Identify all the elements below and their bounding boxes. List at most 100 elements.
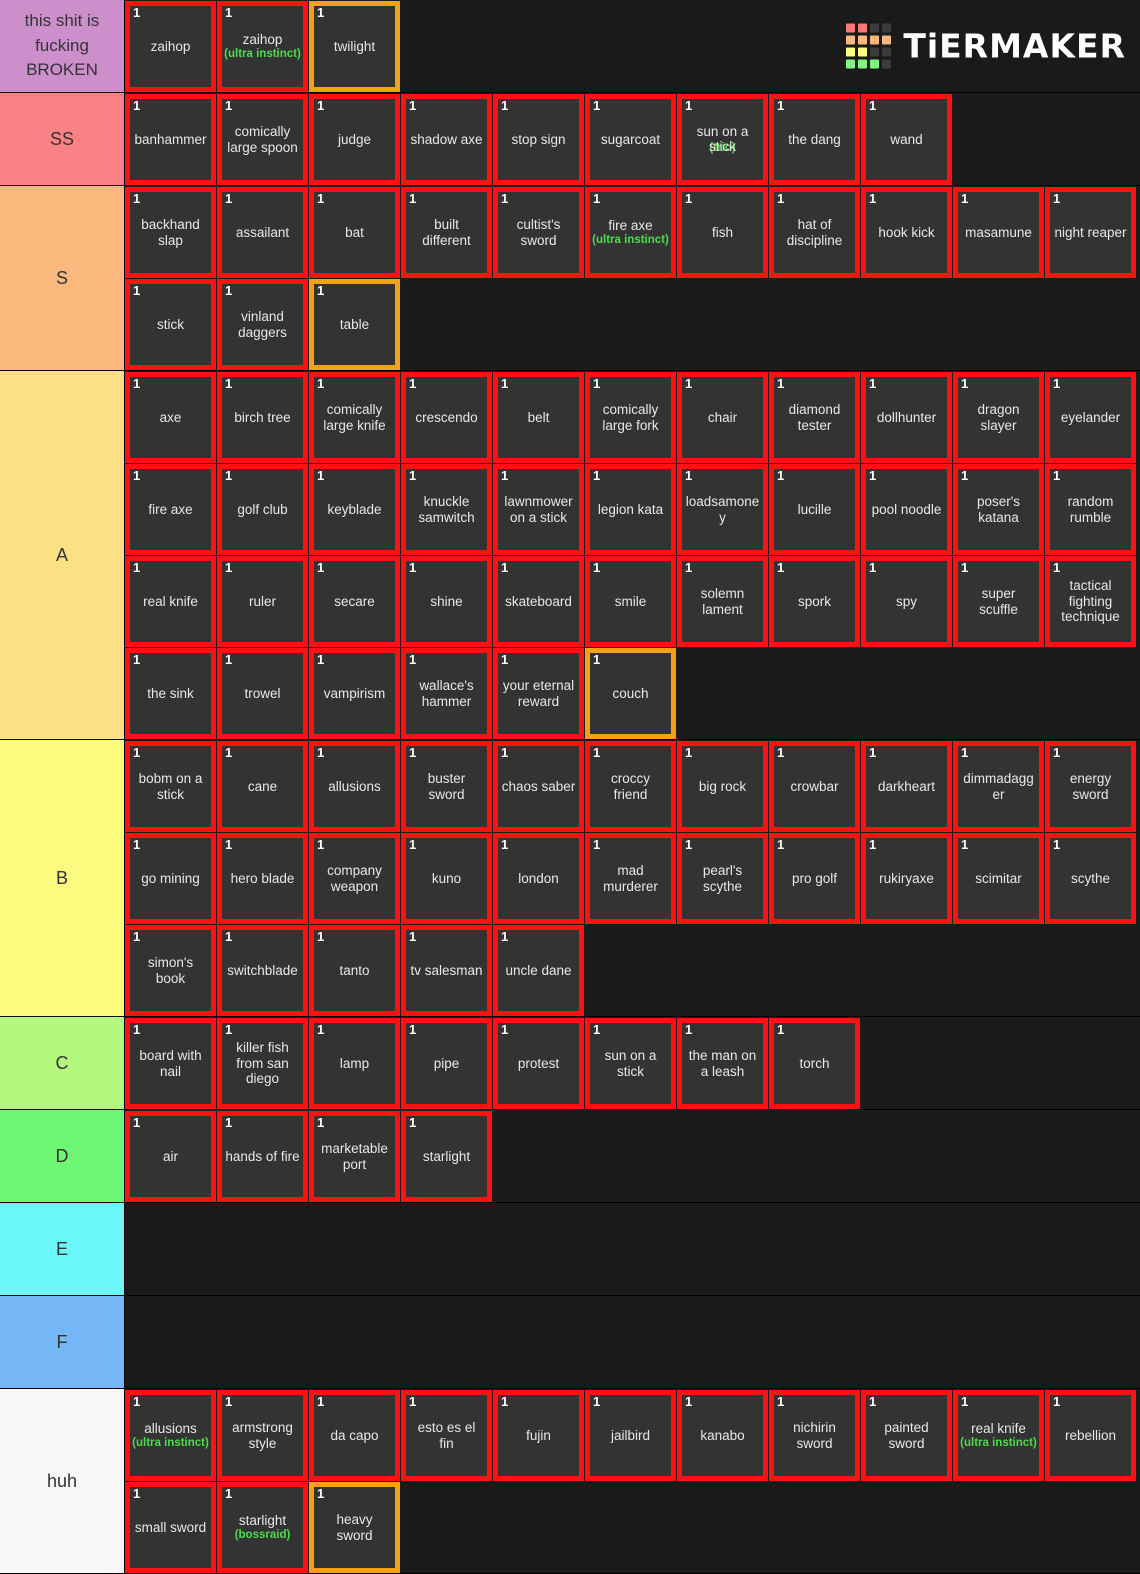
tier-item[interactable]: 1 zaihop (ultra instinct): [217, 1, 308, 92]
tier-item[interactable]: 1 solemn lament: [677, 556, 768, 647]
tier-item[interactable]: 1 buster sword: [401, 741, 492, 832]
tier-item[interactable]: 1 the dang: [769, 94, 860, 185]
tier-item[interactable]: 1 heavy sword: [309, 1482, 400, 1573]
tier-item[interactable]: 1 air: [125, 1111, 216, 1202]
tier-item[interactable]: 1 table: [309, 279, 400, 370]
tier-item[interactable]: 1 random rumble: [1045, 464, 1136, 555]
tier-item[interactable]: 1 wand: [861, 94, 952, 185]
tier-item[interactable]: 1 sugarcoat: [585, 94, 676, 185]
tier-item[interactable]: 1 allusions (ultra instinct): [125, 1390, 216, 1481]
tier-item[interactable]: 1 lucille: [769, 464, 860, 555]
tier-item[interactable]: 1 board with nail: [125, 1018, 216, 1109]
tier-item[interactable]: 1 rukiryaxe: [861, 833, 952, 924]
tier-item[interactable]: 1 trowel: [217, 648, 308, 739]
tier-item[interactable]: 1 skateboard: [493, 556, 584, 647]
tier-item[interactable]: 1 real knife: [125, 556, 216, 647]
tier-item[interactable]: 1 fish: [677, 187, 768, 278]
tier-item[interactable]: 1 real knife (ultra instinct): [953, 1390, 1044, 1481]
tier-item[interactable]: 1 shadow axe: [401, 94, 492, 185]
tier-item[interactable]: 1 your eternal reward: [493, 648, 584, 739]
tier-item[interactable]: 1 tactical fighting technique: [1045, 556, 1136, 647]
tier-item[interactable]: 1 fire axe: [125, 464, 216, 555]
tier-item[interactable]: 1 knuckle samwitch: [401, 464, 492, 555]
tier-item[interactable]: 1 killer fish from san diego: [217, 1018, 308, 1109]
tier-item[interactable]: 1 painted sword: [861, 1390, 952, 1481]
tier-item[interactable]: 1 bobm on a stick: [125, 741, 216, 832]
tier-item[interactable]: 1 croccy friend: [585, 741, 676, 832]
tier-item[interactable]: 1 spork: [769, 556, 860, 647]
tier-item[interactable]: 1 energy sword: [1045, 741, 1136, 832]
tier-item[interactable]: 1 switchblade: [217, 925, 308, 1016]
tier-item[interactable]: 1 crowbar: [769, 741, 860, 832]
tier-item[interactable]: 1 sun on a stick (trio): [677, 94, 768, 185]
tier-items-container[interactable]: 1 zaihop 1 zaihop (ultra instinct) 1 twilight T…: [125, 0, 1140, 92]
tier-item[interactable]: 1 dragon slayer: [953, 372, 1044, 463]
tier-item[interactable]: 1 shine: [401, 556, 492, 647]
tier-item[interactable]: 1 twilight: [309, 1, 400, 92]
tier-item[interactable]: 1 crescendo: [401, 372, 492, 463]
tier-item[interactable]: 1 london: [493, 833, 584, 924]
tier-item[interactable]: 1 eyelander: [1045, 372, 1136, 463]
tier-items-container[interactable]: 1 board with nail 1 killer fish from san di…: [125, 1017, 1140, 1109]
tier-item[interactable]: 1 keyblade: [309, 464, 400, 555]
tier-item[interactable]: 1 go mining: [125, 833, 216, 924]
tier-item[interactable]: 1 the man on a leash: [677, 1018, 768, 1109]
tier-label-ss[interactable]: SS: [0, 93, 125, 185]
tier-label-this-shit-is-fucking-broken[interactable]: this shit is fucking BROKEN: [0, 0, 125, 92]
tier-item[interactable]: 1 couch: [585, 648, 676, 739]
tier-item[interactable]: 1 lawnmower on a stick: [493, 464, 584, 555]
tier-item[interactable]: 1 masamune: [953, 187, 1044, 278]
tier-label-f[interactable]: F: [0, 1296, 125, 1388]
tier-item[interactable]: 1 hat of discipline: [769, 187, 860, 278]
tier-item[interactable]: 1 starlight (bossraid): [217, 1482, 308, 1573]
tier-item[interactable]: 1 company weapon: [309, 833, 400, 924]
tier-item[interactable]: 1 smile: [585, 556, 676, 647]
tier-item[interactable]: 1 pipe: [401, 1018, 492, 1109]
tier-item[interactable]: 1 belt: [493, 372, 584, 463]
tier-item[interactable]: 1 bat: [309, 187, 400, 278]
tier-item[interactable]: 1 poser's katana: [953, 464, 1044, 555]
tier-item[interactable]: 1 secare: [309, 556, 400, 647]
tier-item[interactable]: 1 diamond tester: [769, 372, 860, 463]
tier-item[interactable]: 1 uncle dane: [493, 925, 584, 1016]
tier-items-container[interactable]: 1 allusions (ultra instinct) 1 armstrong sty…: [125, 1389, 1140, 1573]
tier-label-c[interactable]: C: [0, 1017, 125, 1109]
tier-item[interactable]: 1 axe: [125, 372, 216, 463]
tier-item[interactable]: 1 built different: [401, 187, 492, 278]
tier-item[interactable]: 1 vampirism: [309, 648, 400, 739]
tier-item[interactable]: 1 da capo: [309, 1390, 400, 1481]
tier-label-s[interactable]: S: [0, 186, 125, 370]
tier-label-e[interactable]: E: [0, 1203, 125, 1295]
tier-item[interactable]: 1 stop sign: [493, 94, 584, 185]
tier-item[interactable]: 1 comically large fork: [585, 372, 676, 463]
tier-item[interactable]: 1 small sword: [125, 1482, 216, 1573]
tier-item[interactable]: 1 birch tree: [217, 372, 308, 463]
tier-item[interactable]: 1 tv salesman: [401, 925, 492, 1016]
tier-item[interactable]: 1 sun on a stick: [585, 1018, 676, 1109]
tier-item[interactable]: 1 dollhunter: [861, 372, 952, 463]
tier-item[interactable]: 1 night reaper: [1045, 187, 1136, 278]
tier-items-container[interactable]: [125, 1203, 1140, 1295]
tier-item[interactable]: 1 loadsamoney: [677, 464, 768, 555]
tier-item[interactable]: 1 cultist's sword: [493, 187, 584, 278]
tier-items-container[interactable]: [125, 1296, 1140, 1388]
tier-item[interactable]: 1 hook kick: [861, 187, 952, 278]
tier-item[interactable]: 1 pro golf: [769, 833, 860, 924]
tier-item[interactable]: 1 rebellion: [1045, 1390, 1136, 1481]
tier-item[interactable]: 1 hands of fire: [217, 1111, 308, 1202]
tier-item[interactable]: 1 chaos saber: [493, 741, 584, 832]
tier-item[interactable]: 1 comically large knife: [309, 372, 400, 463]
tier-item[interactable]: 1 wallace's hammer: [401, 648, 492, 739]
tier-item[interactable]: 1 tanto: [309, 925, 400, 1016]
tier-item[interactable]: 1 kanabo: [677, 1390, 768, 1481]
tier-item[interactable]: 1 scimitar: [953, 833, 1044, 924]
tier-items-container[interactable]: 1 backhand slap 1 assailant 1 bat 1 built diffe…: [125, 186, 1140, 370]
tier-item[interactable]: 1 fire axe (ultra instinct): [585, 187, 676, 278]
tier-item[interactable]: 1 banhammer: [125, 94, 216, 185]
tier-item[interactable]: 1 hero blade: [217, 833, 308, 924]
tier-item[interactable]: 1 golf club: [217, 464, 308, 555]
tier-items-container[interactable]: 1 banhammer 1 comically large spoon 1 judge 1 s…: [125, 93, 1140, 185]
tier-item[interactable]: 1 zaihop: [125, 1, 216, 92]
tier-item[interactable]: 1 spy: [861, 556, 952, 647]
tier-item[interactable]: 1 armstrong style: [217, 1390, 308, 1481]
